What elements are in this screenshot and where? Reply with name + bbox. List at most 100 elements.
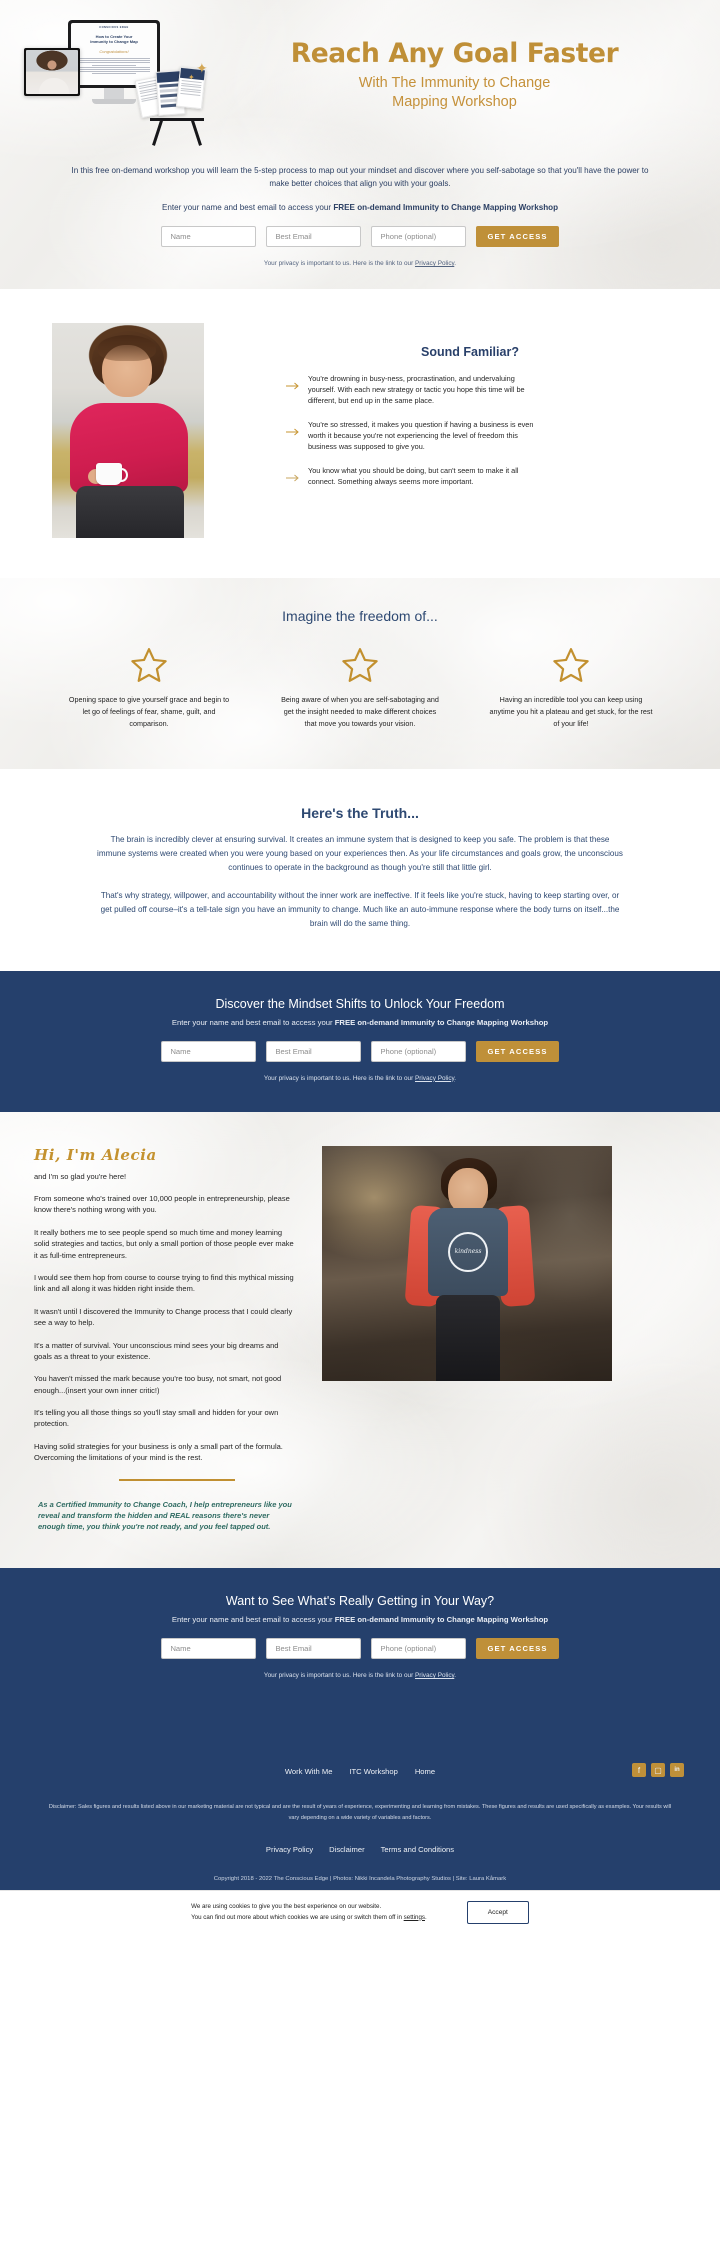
site-footer: Work With Me ITC Workshop Home f ▢ in Di… bbox=[0, 1697, 720, 1891]
star-icon bbox=[131, 648, 167, 683]
arrow-right-icon bbox=[286, 377, 300, 407]
sound-familiar-section: Sound Familiar? You're drowning in busy-… bbox=[0, 289, 720, 579]
linkedin-icon[interactable]: in bbox=[670, 1763, 684, 1778]
optin-form-mid: GET ACCESS bbox=[0, 1040, 720, 1062]
about-script-greeting: Hi, I'm Alecia bbox=[34, 1145, 157, 1164]
mockup-logo: CONSCIOUS EDGE bbox=[99, 26, 129, 29]
mockup-title-line2: Immunity to Change Map bbox=[90, 39, 138, 45]
cookie-message: We are using cookies to give you the bes… bbox=[191, 1902, 427, 1924]
legal-link-privacy-policy[interactable]: Privacy Policy bbox=[266, 1845, 313, 1854]
footer-disclaimer: Disclaimer: Sales figures and results li… bbox=[48, 1804, 672, 1821]
about-pull-quote: As a Certified Immunity to Change Coach,… bbox=[38, 1499, 292, 1532]
email-input[interactable] bbox=[266, 226, 362, 248]
about-paragraph: Having solid strategies for your busines… bbox=[34, 1441, 283, 1463]
hero-product-mockup: CONSCIOUS EDGE How to Create Your Immuni… bbox=[18, 16, 208, 136]
bottom-cta-section: Want to See What's Really Getting in You… bbox=[0, 1568, 720, 1698]
hero-subtitle: With The Immunity to Change Mapping Work… bbox=[209, 74, 700, 113]
sound-familiar-title: Sound Familiar? bbox=[421, 345, 519, 360]
footer-link-work-with-me[interactable]: Work With Me bbox=[285, 1767, 333, 1776]
heres-the-truth-section: Here's the Truth... The brain is incredi… bbox=[0, 769, 720, 971]
cookie-settings-link[interactable]: settings bbox=[404, 1914, 425, 1921]
privacy-policy-link[interactable]: Privacy Policy bbox=[415, 260, 454, 267]
benefit-card: Opening space to give yourself grace and… bbox=[67, 646, 232, 729]
privacy-note: Your privacy is important to us. Here is… bbox=[0, 1075, 720, 1082]
optin-form-hero: GET ACCESS bbox=[0, 226, 720, 248]
page-title: Reach Any Goal Faster bbox=[290, 38, 619, 70]
optin-form-bottom: GET ACCESS bbox=[0, 1638, 720, 1660]
facebook-icon[interactable]: f bbox=[632, 1763, 646, 1778]
privacy-policy-link[interactable]: Privacy Policy bbox=[415, 1672, 454, 1679]
social-links: f ▢ in bbox=[632, 1763, 684, 1778]
about-paragraph: From someone who's trained over 10,000 p… bbox=[34, 1194, 290, 1215]
imagine-title: Imagine the freedom of... bbox=[282, 608, 438, 625]
footer-link-home[interactable]: Home bbox=[415, 1767, 435, 1776]
mid-cta-subtitle-prefix: Enter your name and best email to access… bbox=[171, 1017, 335, 1027]
sparkle-icon: ✦ bbox=[196, 60, 208, 76]
privacy-note-suffix: . bbox=[454, 260, 457, 268]
truth-paragraph-1: The brain is incredibly clever at ensuri… bbox=[97, 835, 623, 872]
about-paragraph: It's a matter of survival. Your unconsci… bbox=[34, 1340, 279, 1361]
mockup-title-line1: How to Create Your bbox=[95, 34, 133, 39]
hero-cta-prompt-prefix: Enter your name and best email to access… bbox=[161, 203, 334, 213]
pain-point-item: You're drowning in busy-ness, procrastin… bbox=[250, 374, 690, 407]
privacy-note-text: Your privacy is important to us. Here is… bbox=[263, 1672, 415, 1680]
bottom-cta-subtitle-prefix: Enter your name and best email to access… bbox=[171, 1615, 335, 1625]
legal-link-disclaimer[interactable]: Disclaimer bbox=[329, 1845, 364, 1854]
privacy-note-text: Your privacy is important to us. Here is… bbox=[263, 260, 415, 268]
about-section: Hi, I'm Alecia and I'm so glad you're he… bbox=[0, 1112, 720, 1569]
about-paragraph: I would see them hop from course to cour… bbox=[34, 1272, 294, 1294]
hero-top-row: CONSCIOUS EDGE How to Create Your Immuni… bbox=[0, 0, 720, 142]
sparkle-icon: ✦ bbox=[188, 73, 195, 82]
hero-cta-prompt: Enter your name and best email to access… bbox=[0, 203, 720, 212]
cookie-message-line1: We are using cookies to give you the bes… bbox=[191, 1902, 382, 1910]
email-input[interactable] bbox=[266, 1638, 362, 1660]
cookie-message-line2-suffix: . bbox=[424, 1913, 427, 1921]
hero-subtitle-line2: Mapping Workshop bbox=[392, 94, 517, 111]
mid-cta-subtitle: Enter your name and best email to access… bbox=[0, 1018, 720, 1027]
phone-input[interactable] bbox=[371, 1638, 467, 1660]
get-access-button[interactable]: GET ACCESS bbox=[476, 226, 559, 248]
shirt-graphic-text: kindness bbox=[448, 1231, 488, 1272]
worksheet-documents-image: ✦ ✦ bbox=[134, 56, 208, 126]
privacy-note: Your privacy is important to us. Here is… bbox=[0, 1672, 720, 1679]
about-paragraph: It's telling you all those things so you… bbox=[34, 1408, 279, 1429]
name-input[interactable] bbox=[161, 1638, 257, 1660]
name-input[interactable] bbox=[161, 1040, 257, 1062]
benefit-cards: Opening space to give yourself grace and… bbox=[0, 646, 720, 729]
truth-title: Here's the Truth... bbox=[301, 805, 419, 822]
get-access-button[interactable]: GET ACCESS bbox=[476, 1040, 559, 1062]
benefit-card-text: Opening space to give yourself grace and… bbox=[68, 695, 230, 728]
hero-section: CONSCIOUS EDGE How to Create Your Immuni… bbox=[0, 0, 720, 289]
phone-input[interactable] bbox=[371, 226, 467, 248]
mid-cta-title: Discover the Mindset Shifts to Unlock Yo… bbox=[215, 996, 505, 1011]
phone-input[interactable] bbox=[371, 1040, 467, 1062]
footer-link-itc-workshop[interactable]: ITC Workshop bbox=[349, 1767, 397, 1776]
privacy-policy-link[interactable]: Privacy Policy bbox=[415, 1075, 454, 1082]
pain-point-text: You're so stressed, it makes you questio… bbox=[308, 420, 534, 451]
instagram-icon[interactable]: ▢ bbox=[651, 1763, 665, 1778]
email-input[interactable] bbox=[266, 1040, 362, 1062]
hero-intro-paragraph: In this free on-demand workshop you will… bbox=[71, 166, 649, 189]
imagine-freedom-section: Imagine the freedom of... Opening space … bbox=[0, 578, 720, 769]
name-input[interactable] bbox=[161, 226, 257, 248]
hero-heading-group: Reach Any Goal Faster With The Immunity … bbox=[203, 39, 700, 112]
mid-cta-subtitle-bold: FREE on-demand Immunity to Change Mappin… bbox=[334, 1017, 549, 1027]
star-icon bbox=[553, 648, 589, 683]
get-access-button[interactable]: GET ACCESS bbox=[476, 1638, 559, 1660]
hero-subtitle-line1: With The Immunity to Change bbox=[358, 74, 551, 91]
about-text-column: Hi, I'm Alecia and I'm so glad you're he… bbox=[34, 1146, 296, 1533]
about-paragraph: and I'm so glad you're here! bbox=[34, 1171, 127, 1181]
cookie-message-line2-prefix: You can find out more about which cookie… bbox=[191, 1913, 404, 1921]
about-paragraph: You haven't missed the mark because you'… bbox=[34, 1374, 282, 1395]
legal-link-terms[interactable]: Terms and Conditions bbox=[381, 1845, 454, 1854]
privacy-note-suffix: . bbox=[454, 1074, 457, 1082]
benefit-card-text: Being aware of when you are self-sabotag… bbox=[281, 695, 439, 728]
gold-divider bbox=[119, 1478, 235, 1481]
easel-stand bbox=[150, 118, 204, 121]
woman-portrait-photo bbox=[52, 323, 204, 539]
privacy-note-text: Your privacy is important to us. Here is… bbox=[263, 1074, 415, 1082]
footer-legal-links: Privacy Policy Disclaimer Terms and Cond… bbox=[0, 1845, 720, 1854]
cookie-accept-button[interactable]: Accept bbox=[466, 1901, 529, 1925]
mid-cta-section: Discover the Mindset Shifts to Unlock Yo… bbox=[0, 970, 720, 1112]
footer-copyright: Copyright 2018 - 2022 The Conscious Edge… bbox=[213, 1876, 507, 1883]
